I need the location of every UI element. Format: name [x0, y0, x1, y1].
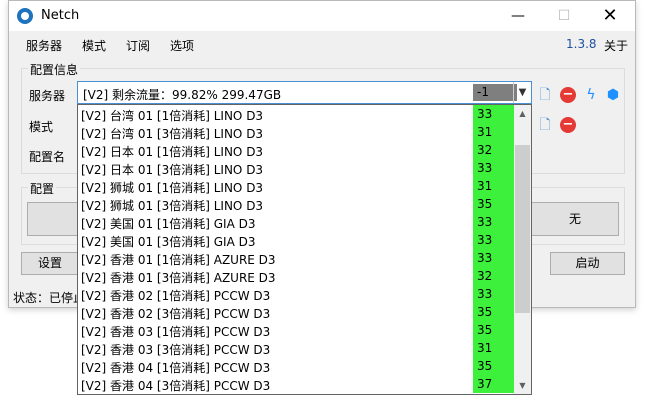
server-name: [V2] 香港 01 [1倍消耗] AZURE D3	[81, 253, 276, 267]
dropdown-item[interactable]: [V2] 美国 01 [1倍消耗] GIA D3 33	[78, 213, 514, 231]
title-bar[interactable]: Netch — ☐ ✕	[9, 1, 635, 31]
menu-mode[interactable]: 模式	[82, 37, 106, 54]
dropdown-item[interactable]: [V2] 台湾 01 [1倍消耗] LINO D3 33	[78, 105, 514, 123]
latency-value: 33	[473, 159, 514, 177]
window-title: Netch	[41, 8, 80, 23]
dropdown-item[interactable]: [V2] 日本 01 [1倍消耗] LINO D3 32	[78, 141, 514, 159]
edit-server-icon[interactable]: 🗋	[537, 87, 553, 103]
menu-subscription[interactable]: 订阅	[126, 37, 150, 54]
menu-about[interactable]: 关于	[604, 37, 628, 54]
settings-button[interactable]: 设置	[21, 252, 79, 275]
server-dropdown-list[interactable]: [V2] 台湾 01 [1倍消耗] LINO D3 33 [V2] 台湾 01 […	[77, 104, 532, 395]
server-name: [V2] 狮城 01 [1倍消耗] LINO D3	[81, 181, 264, 195]
server-latency-badge: -1	[473, 84, 517, 101]
server-name: [V2] 香港 02 [1倍消耗] PCCW D3	[81, 289, 271, 303]
scroll-up-icon[interactable]: ▲	[514, 105, 531, 122]
latency-value: 31	[473, 177, 514, 195]
edit-mode-icon[interactable]: 🗋	[537, 117, 553, 133]
dropdown-item[interactable]: [V2] 香港 04 [1倍消耗] PCCW D3 35	[78, 357, 514, 375]
latency-value: 32	[473, 267, 514, 285]
latency-value: 35	[473, 321, 514, 339]
dropdown-item[interactable]: [V2] 香港 01 [1倍消耗] AZURE D3 33	[78, 249, 514, 267]
dropdown-item[interactable]: [V2] 香港 02 [1倍消耗] PCCW D3 33	[78, 285, 514, 303]
menu-servers[interactable]: 服务器	[26, 37, 62, 54]
profile-name-label: 配置名	[29, 150, 66, 164]
latency-value: 31	[473, 339, 514, 357]
menu-bar: 服务器 模式 订阅 选项 1.3.8 关于	[9, 32, 635, 56]
scroll-thumb[interactable]	[515, 145, 530, 313]
latency-value: 33	[473, 231, 514, 249]
server-name: [V2] 美国 01 [1倍消耗] GIA D3	[81, 217, 256, 231]
close-button[interactable]: ✕	[587, 1, 633, 31]
server-combobox[interactable]: [V2] 剩余流量：99.82% 299.47GB -1 ▼	[77, 81, 532, 104]
config-info-label: 配置信息	[28, 61, 81, 78]
profile-none-button[interactable]: 无	[531, 202, 619, 236]
delete-server-icon[interactable]: −	[560, 87, 576, 103]
delete-mode-icon[interactable]: −	[560, 117, 576, 133]
latency-value: 35	[473, 195, 514, 213]
dropdown-scrollbar[interactable]: ▲ ▼	[514, 105, 531, 394]
latency-value: 35	[473, 357, 514, 375]
server-name: [V2] 香港 02 [3倍消耗] PCCW D3	[81, 307, 271, 321]
dropdown-item[interactable]: [V2] 香港 03 [3倍消耗] PCCW D3 31	[78, 339, 514, 357]
server-name: [V2] 台湾 01 [1倍消耗] LINO D3	[81, 109, 264, 123]
latency-value: 33	[473, 105, 514, 123]
dropdown-item[interactable]: [V2] 香港 02 [3倍消耗] PCCW D3 35	[78, 303, 514, 321]
dropdown-item[interactable]: [V2] 香港 01 [3倍消耗] AZURE D3 32	[78, 267, 514, 285]
latency-value: 33	[473, 213, 514, 231]
latency-value: 37	[473, 375, 514, 393]
server-name: [V2] 香港 03 [1倍消耗] PCCW D3	[81, 325, 271, 339]
minimize-button[interactable]: —	[495, 1, 541, 31]
dropdown-item[interactable]: [V2] 美国 01 [3倍消耗] GIA D3 33	[78, 231, 514, 249]
latency-value: 33	[473, 285, 514, 303]
server-label: 服务器	[29, 89, 66, 103]
server-name: [V2] 狮城 01 [3倍消耗] LINO D3	[81, 199, 264, 213]
dropdown-item[interactable]: [V2] 台湾 01 [3倍消耗] LINO D3 31	[78, 123, 514, 141]
server-name: [V2] 美国 01 [3倍消耗] GIA D3	[81, 235, 256, 249]
chevron-down-icon[interactable]: ▼	[513, 82, 531, 103]
menu-options[interactable]: 选项	[170, 37, 194, 54]
server-name: [V2] 台湾 01 [3倍消耗] LINO D3	[81, 127, 264, 141]
copy-link-icon[interactable]: ⬢	[605, 87, 621, 103]
server-name: [V2] 日本 01 [3倍消耗] LINO D3	[81, 163, 264, 177]
dropdown-item[interactable]: [V2] 香港 03 [1倍消耗] PCCW D3 35	[78, 321, 514, 339]
dropdown-item[interactable]: [V2] 狮城 01 [3倍消耗] LINO D3 35	[78, 195, 514, 213]
mode-label: 模式	[29, 120, 54, 134]
server-name: [V2] 香港 03 [3倍消耗] PCCW D3	[81, 343, 271, 357]
latency-value: 35	[473, 303, 514, 321]
server-name: [V2] 香港 04 [1倍消耗] PCCW D3	[81, 361, 271, 375]
dropdown-item[interactable]: [V2] 香港 04 [3倍消耗] PCCW D3 37	[78, 375, 514, 393]
latency-value: 31	[473, 123, 514, 141]
profile-group-label: 配置	[28, 180, 57, 197]
speed-test-icon[interactable]: ϟ	[583, 87, 599, 103]
server-name: [V2] 香港 01 [3倍消耗] AZURE D3	[81, 271, 276, 285]
start-button[interactable]: 启动	[550, 252, 625, 275]
server-name: [V2] 日本 01 [1倍消耗] LINO D3	[81, 145, 264, 159]
latency-value: 32	[473, 141, 514, 159]
maximize-button[interactable]: ☐	[541, 1, 587, 31]
dropdown-item[interactable]: [V2] 日本 01 [3倍消耗] LINO D3 33	[78, 159, 514, 177]
server-name: [V2] 香港 04 [3倍消耗] PCCW D3	[81, 379, 271, 393]
status-text: 状态：已停止	[13, 291, 86, 305]
dropdown-item[interactable]: [V2] 狮城 01 [1倍消耗] LINO D3 31	[78, 177, 514, 195]
server-combobox-value: [V2] 剩余流量：99.82% 299.47GB	[83, 88, 282, 102]
latency-value: 33	[473, 249, 514, 267]
netch-logo-icon	[17, 8, 33, 24]
version-link[interactable]: 1.3.8	[566, 37, 597, 51]
scroll-down-icon[interactable]: ▼	[514, 377, 531, 394]
